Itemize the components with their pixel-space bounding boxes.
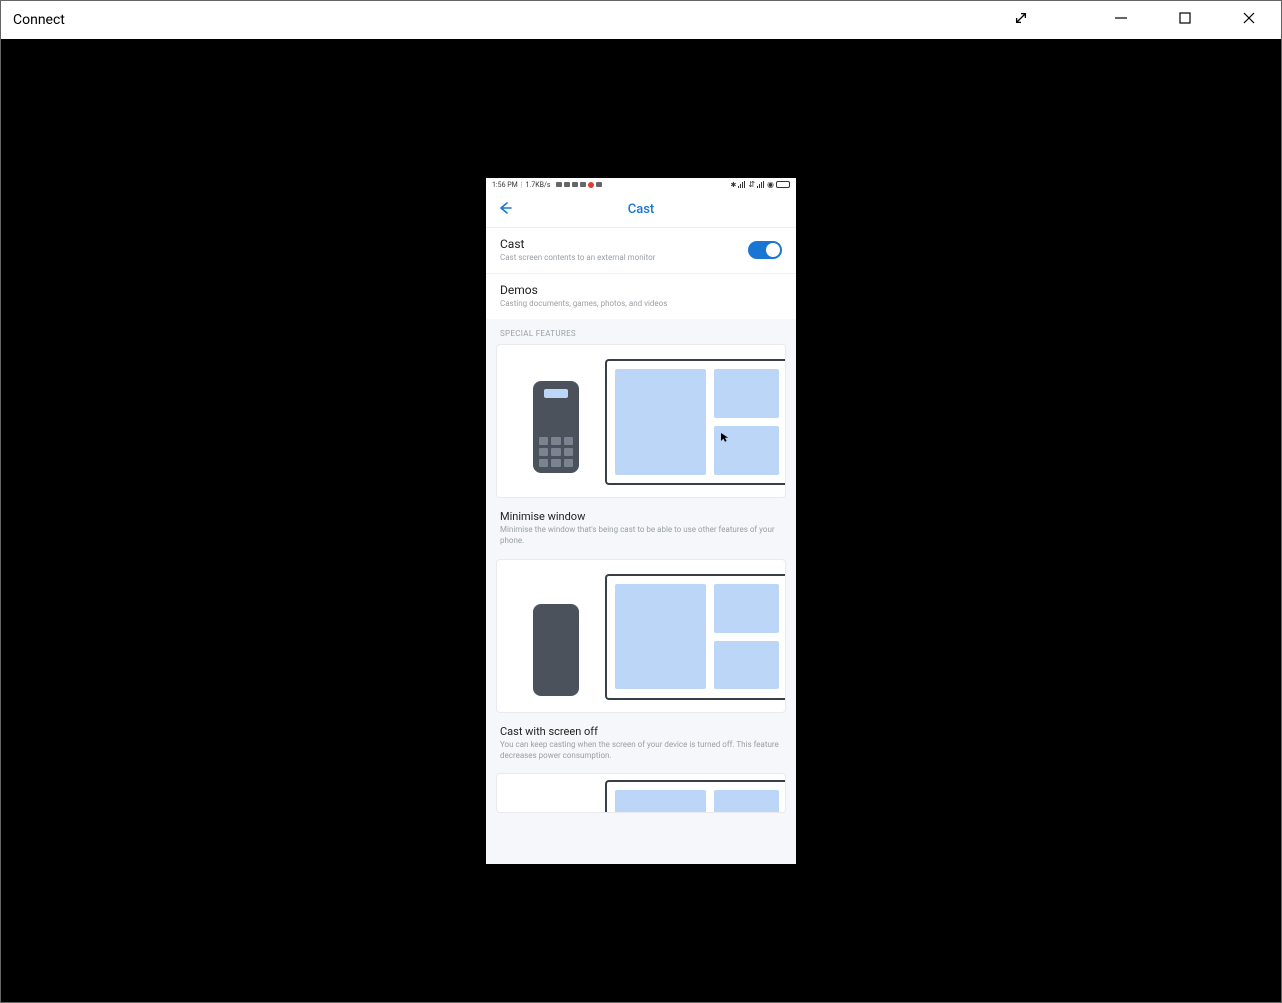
phone-app-header: Cast bbox=[486, 192, 796, 228]
cast-title: Cast bbox=[500, 237, 748, 251]
monitor-icon-2 bbox=[605, 574, 785, 700]
minimise-feature-card[interactable] bbox=[496, 344, 786, 498]
expand-button[interactable] bbox=[1001, 4, 1041, 36]
minimize-button[interactable] bbox=[1101, 4, 1141, 36]
signal-icon-1 bbox=[738, 181, 746, 188]
monitor-icon bbox=[605, 359, 785, 485]
special-features-header: SPECIAL FEATURES bbox=[486, 319, 796, 344]
page-title: Cast bbox=[628, 202, 655, 217]
demos-title: Demos bbox=[500, 283, 782, 297]
demos-row[interactable]: Demos Casting documents, games, photos, … bbox=[486, 273, 796, 319]
back-arrow-icon bbox=[497, 200, 513, 219]
close-button[interactable] bbox=[1229, 4, 1269, 36]
minimise-subtitle: Minimise the window that's being cast to… bbox=[500, 525, 782, 547]
phone-screen: 1:56 PM | 1.7KB/s ✱ bbox=[486, 178, 796, 864]
status-time: 1:56 PM bbox=[492, 181, 518, 189]
minimise-feature-label: Minimise window Minimise the window that… bbox=[486, 506, 796, 559]
status-notif-icons bbox=[556, 182, 602, 188]
cast-subtitle: Cast screen contents to an external moni… bbox=[500, 253, 748, 263]
record-icon bbox=[588, 182, 594, 188]
close-icon bbox=[1242, 10, 1256, 29]
titlebar: Connect bbox=[1, 1, 1281, 39]
demos-subtitle: Casting documents, games, photos, and vi… bbox=[500, 299, 782, 309]
minimise-illustration bbox=[497, 345, 785, 497]
mute-icon bbox=[580, 182, 586, 187]
cast-setting-row[interactable]: Cast Cast screen contents to an external… bbox=[486, 228, 796, 273]
phone-device-icon bbox=[533, 381, 579, 473]
video-icon bbox=[596, 182, 602, 187]
maximize-icon bbox=[1178, 10, 1192, 29]
whatsapp-icon bbox=[572, 182, 578, 187]
mirrored-content: 1:56 PM | 1.7KB/s ✱ bbox=[1, 39, 1281, 1002]
wifi-share-icon: ⇵ bbox=[748, 180, 755, 189]
alarm-icon bbox=[564, 182, 570, 187]
notif-icon bbox=[556, 182, 562, 187]
minimize-icon bbox=[1114, 10, 1128, 29]
signal-icon-2 bbox=[757, 181, 765, 188]
bluetooth-icon: ✱ bbox=[730, 181, 736, 189]
screen-off-title: Cast with screen off bbox=[500, 725, 782, 738]
minimise-title: Minimise window bbox=[500, 510, 782, 523]
status-right-icons: ✱ ⇵ ◉ bbox=[730, 180, 790, 189]
screen-off-illustration bbox=[497, 560, 785, 712]
window-title: Connect bbox=[13, 12, 65, 28]
back-button[interactable] bbox=[496, 200, 514, 218]
next-illustration bbox=[497, 774, 785, 812]
expand-icon bbox=[1014, 10, 1028, 29]
maximize-button[interactable] bbox=[1165, 4, 1205, 36]
phone-body[interactable]: Cast Cast screen contents to an external… bbox=[486, 228, 796, 814]
app-window: Connect bbox=[0, 0, 1282, 1003]
phone-off-icon bbox=[533, 604, 579, 696]
cast-toggle[interactable] bbox=[748, 241, 782, 259]
phone-status-bar: 1:56 PM | 1.7KB/s ✱ bbox=[486, 178, 796, 192]
monitor-icon-3 bbox=[605, 780, 785, 813]
cursor-icon bbox=[721, 433, 729, 443]
battery-icon bbox=[776, 181, 790, 188]
screen-off-feature-card[interactable] bbox=[496, 559, 786, 713]
status-netspeed: 1.7KB/s bbox=[525, 181, 550, 189]
screen-off-feature-label: Cast with screen off You can keep castin… bbox=[486, 721, 796, 774]
wifi-icon: ◉ bbox=[767, 180, 774, 189]
screen-off-subtitle: You can keep casting when the screen of … bbox=[500, 740, 782, 762]
next-feature-card[interactable] bbox=[496, 773, 786, 813]
